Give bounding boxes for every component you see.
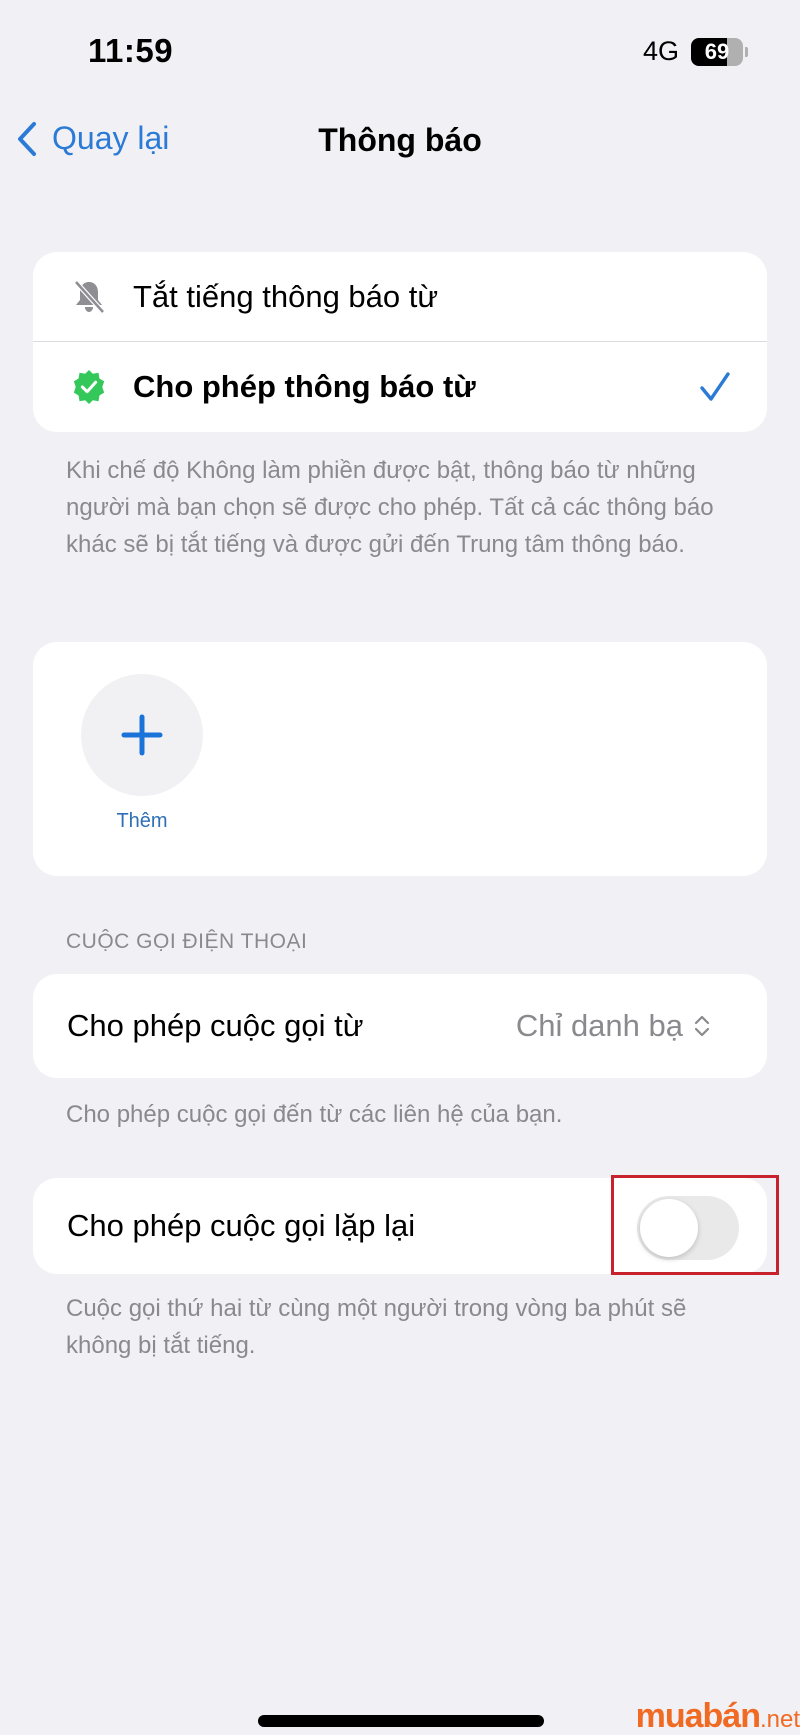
home-indicator[interactable]	[258, 1715, 544, 1727]
add-person-button[interactable]	[81, 674, 203, 796]
people-card: Thêm	[33, 642, 767, 876]
verified-badge-icon	[71, 369, 107, 405]
checkmark-icon	[700, 372, 730, 401]
option-allow-notifications[interactable]: Cho phép thông báo từ	[33, 342, 767, 432]
mode-footnote: Khi chế độ Không làm phiền được bật, thô…	[66, 457, 714, 558]
battery-nub	[745, 46, 748, 57]
allow-calls-picker[interactable]: Chỉ danh bạ	[516, 1008, 711, 1044]
option-label: Tắt tiếng thông báo từ	[133, 279, 439, 314]
battery-percentage: 69	[704, 38, 730, 64]
allow-calls-card: Cho phép cuộc gọi từ Chỉ danh bạ	[33, 974, 767, 1078]
allow-calls-row[interactable]: Cho phép cuộc gọi từ Chỉ danh bạ	[33, 974, 767, 1078]
plus-icon	[121, 714, 163, 756]
status-bar: 11:59 4G 69	[0, 0, 800, 100]
cellular-signal-icon	[598, 39, 631, 64]
repeat-calls-footnote: Cuộc gọi thứ hai từ cùng một người trong…	[66, 1295, 687, 1359]
bell-slash-icon	[71, 279, 107, 315]
status-indicators: 4G 69	[598, 36, 748, 67]
option-label: Cho phép thông báo từ	[133, 369, 476, 404]
status-time: 11:59	[88, 32, 174, 69]
notification-mode-card: Tắt tiếng thông báo từ Cho phép thông bá…	[33, 252, 767, 432]
repeat-calls-label: Cho phép cuộc gọi lặp lại	[67, 1208, 416, 1243]
watermark-tld: .net	[759, 1706, 800, 1733]
allow-calls-label: Cho phép cuộc gọi từ	[67, 1008, 364, 1043]
calls-section-header: CUỘC GỌI ĐIỆN THOẠI	[66, 930, 308, 953]
watermark-logo: muabán.net	[636, 1699, 800, 1734]
battery-icon: 69	[691, 37, 743, 66]
navigation-bar: Quay lại Thông báo	[0, 108, 800, 178]
add-person-label[interactable]: Thêm	[81, 810, 203, 833]
allow-calls-value: Chỉ danh bạ	[515, 1008, 683, 1043]
highlight-annotation-box	[611, 1175, 779, 1275]
chevron-up-down-icon	[694, 1015, 710, 1037]
allow-calls-footnote: Cho phép cuộc gọi đến từ các liên hệ của…	[66, 1101, 563, 1128]
watermark-brand: muabán	[635, 1697, 761, 1735]
option-silence-notifications[interactable]: Tắt tiếng thông báo từ	[33, 252, 767, 342]
page-title: Thông báo	[318, 122, 482, 158]
network-type: 4G	[642, 36, 679, 66]
